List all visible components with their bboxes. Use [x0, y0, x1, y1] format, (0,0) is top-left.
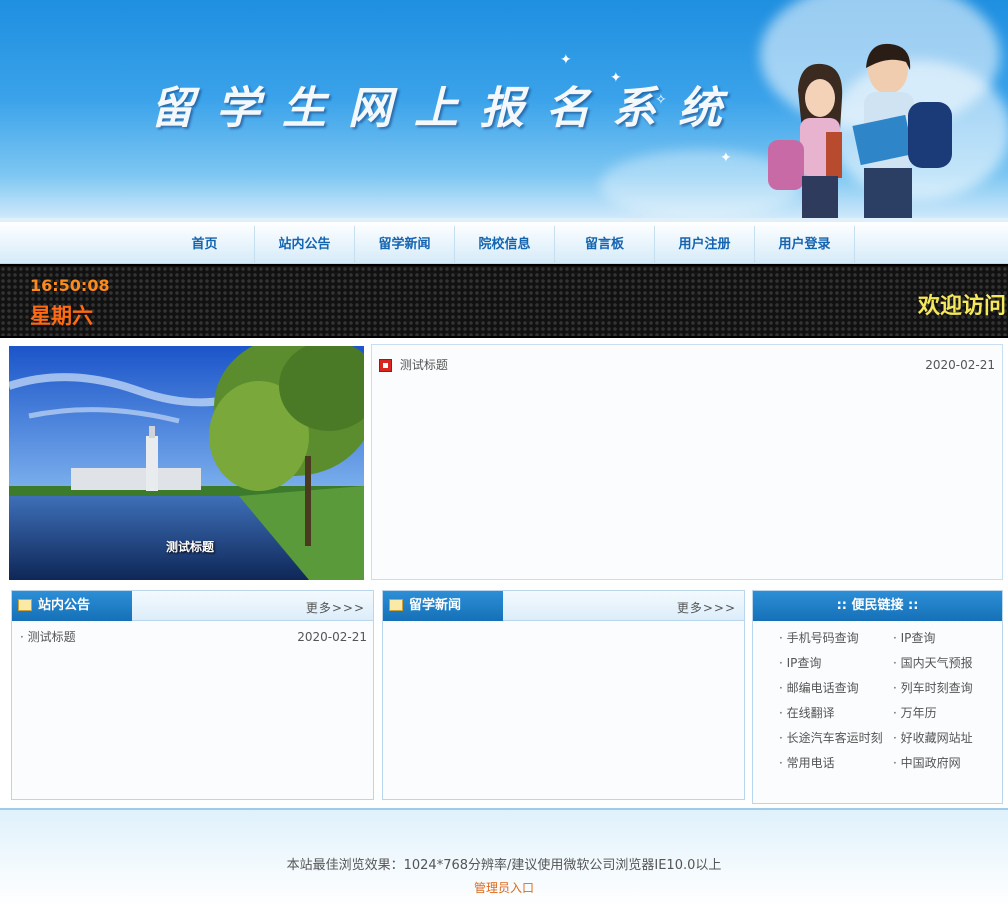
- panel-title: 站内公告: [12, 591, 132, 621]
- footer-note: 本站最佳浏览效果：1024*768分辨率/建议使用微软公司浏览器IE10.0以上: [286, 858, 722, 873]
- nav-announcements[interactable]: 站内公告: [255, 226, 355, 264]
- students-illustration: [768, 43, 952, 218]
- link-phone-lookup[interactable]: · 手机号码查询: [779, 628, 889, 648]
- link-translate[interactable]: · 在线翻译: [779, 703, 889, 723]
- featured-caption: 测试标题: [166, 540, 215, 554]
- link-bookmarks[interactable]: · 好收藏网站址: [893, 728, 1003, 748]
- bullet-icon: ·: [20, 630, 28, 644]
- panel-header: 站内公告 更多>>>: [12, 591, 373, 621]
- site-title: 留学生网上报名系统: [150, 83, 744, 134]
- link-ip-lookup-2[interactable]: · IP查询: [779, 653, 889, 673]
- nav-login[interactable]: 用户登录: [755, 226, 855, 264]
- footer: 本站最佳浏览效果：1024*768分辨率/建议使用微软公司浏览器IE10.0以上…: [0, 808, 1008, 907]
- more-link[interactable]: 更多>>>: [677, 599, 736, 616]
- featured-photo[interactable]: 测试标题: [9, 346, 364, 580]
- panel-title-text: 留学新闻: [409, 598, 462, 613]
- nav-school-info[interactable]: 院校信息: [455, 226, 555, 264]
- pdf-icon: [379, 359, 392, 372]
- study-news-panel: 留学新闻 更多>>>: [382, 590, 745, 800]
- link-gov[interactable]: · 中国政府网: [893, 753, 1003, 773]
- link-phones[interactable]: · 常用电话: [779, 753, 889, 773]
- news-list: 测试标题 2020-02-21: [371, 344, 1003, 580]
- link-bus[interactable]: · 长途汽车客运时刻: [779, 728, 889, 748]
- clock-time: 16:50:08: [30, 276, 110, 295]
- header-banner: ✦ ✦ ✧ ✦ 留学生网上报名系统: [0, 0, 1008, 218]
- book-icon: [389, 599, 403, 611]
- notice-panel: 站内公告 更多>>> · 测试标题 2020-02-21: [11, 590, 374, 800]
- list-item[interactable]: · 测试标题 2020-02-21: [20, 627, 367, 647]
- book-icon: [18, 599, 32, 611]
- more-link[interactable]: 更多>>>: [306, 599, 365, 616]
- list-item[interactable]: 测试标题 2020-02-21: [379, 355, 995, 375]
- convenience-links-panel: :: 便民链接 :: · 手机号码查询 · IP查询 · IP查询 · 国内天气…: [752, 590, 1003, 804]
- link-postcode[interactable]: · 邮编电话查询: [779, 678, 889, 698]
- link-calendar[interactable]: · 万年历: [893, 703, 1003, 723]
- panel-title: :: 便民链接 ::: [753, 591, 1002, 621]
- panel-title-text: 站内公告: [38, 598, 91, 613]
- panel-title: 留学新闻: [383, 591, 503, 621]
- nav-study-news[interactable]: 留学新闻: [355, 226, 455, 264]
- link-train[interactable]: · 列车时刻查询: [893, 678, 1003, 698]
- led-ticker: 16:50:08 星期六 欢迎访问: [0, 264, 1008, 338]
- news-title[interactable]: 测试标题: [400, 358, 448, 372]
- welcome-marquee: 欢迎访问: [918, 294, 1007, 319]
- item-date: 2020-02-21: [297, 630, 367, 644]
- link-weather[interactable]: · 国内天气预报: [893, 653, 1003, 673]
- link-ip-lookup[interactable]: · IP查询: [893, 628, 1003, 648]
- clock-weekday: 星期六: [30, 304, 93, 328]
- news-date: 2020-02-21: [925, 358, 995, 372]
- admin-link[interactable]: 管理员入口: [0, 879, 1008, 896]
- main-nav: 首页 站内公告 留学新闻 院校信息 留言板 用户注册 用户登录: [0, 218, 1008, 264]
- nav-message-board[interactable]: 留言板: [555, 226, 655, 264]
- item-title[interactable]: 测试标题: [28, 630, 76, 644]
- panel-header: 留学新闻 更多>>>: [383, 591, 744, 621]
- nav-home[interactable]: 首页: [155, 226, 255, 264]
- nav-register[interactable]: 用户注册: [655, 226, 755, 264]
